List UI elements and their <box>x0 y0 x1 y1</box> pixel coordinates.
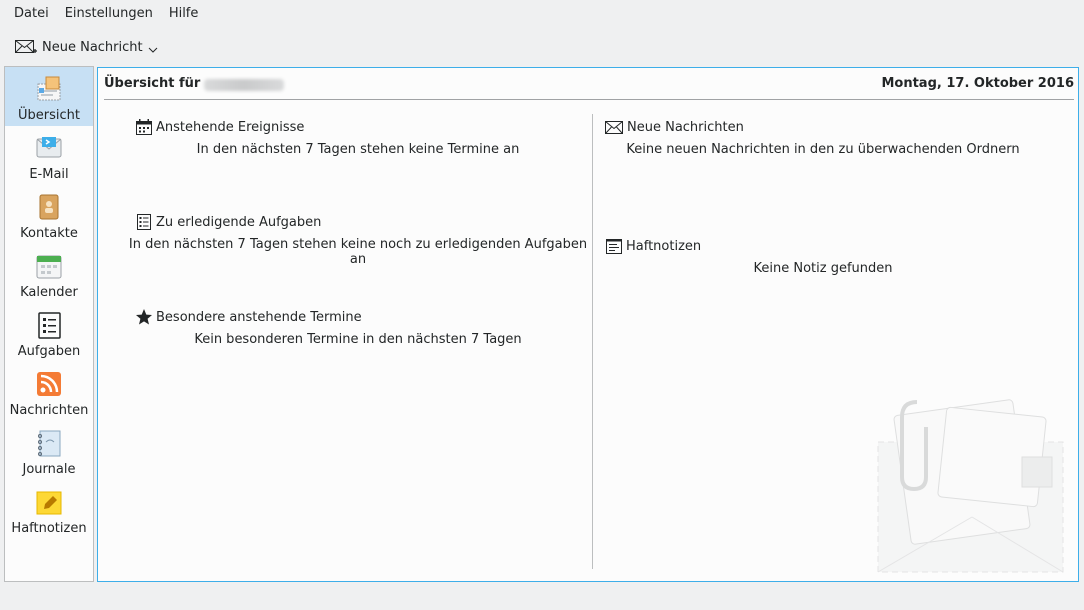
menu-einstellungen[interactable]: Einstellungen <box>57 0 161 27</box>
sidebar-item-overview[interactable]: Übersicht <box>5 67 93 126</box>
new-message-dropdown[interactable] <box>147 45 159 55</box>
sidebar-item-journals[interactable]: Journale <box>5 421 93 480</box>
sidebar-item-label: Kalender <box>20 285 78 300</box>
sidebar-item-notes[interactable]: Haftnotizen <box>5 480 93 539</box>
task-list-icon <box>137 214 151 230</box>
menubar: Datei Einstellungen Hilfe <box>0 0 1084 27</box>
overview-icon <box>37 76 61 101</box>
todos-title: Zu erledigende Aufgaben <box>156 214 322 230</box>
kontact-watermark-icon <box>877 399 1064 573</box>
calendar-icon <box>136 119 152 135</box>
sticky-note-icon <box>36 491 62 515</box>
notes-icon <box>606 239 622 254</box>
panel-header: Übersicht für Montag, 17. Oktober 2016 <box>104 76 1074 100</box>
mail-new-icon <box>15 40 37 53</box>
sidebar-item-label: Journale <box>22 462 76 477</box>
star-icon <box>136 309 152 325</box>
events-text: In den nächsten 7 Tagen stehen keine Ter… <box>196 142 520 157</box>
sidebar-item-label: Nachrichten <box>9 403 89 418</box>
messages-text: Keine neuen Nachrichten in den zu überwa… <box>626 142 1020 157</box>
sidebar-item-label: E-Mail <box>29 167 69 182</box>
chevron-down-icon <box>148 47 157 53</box>
sidebar-item-label: Übersicht <box>18 108 80 123</box>
envelope-icon <box>605 121 623 134</box>
new-message-label: Neue Nachricht <box>42 39 143 55</box>
blurred-user-name <box>204 79 285 91</box>
messages-section-title[interactable]: Neue Nachrichten <box>604 118 744 136</box>
messages-title: Neue Nachrichten <box>627 119 744 135</box>
column-divider <box>592 114 593 569</box>
events-section-title[interactable]: Anstehende Ereignisse <box>135 118 304 136</box>
todos-text: In den nächsten 7 Tagen stehen keine noc… <box>128 237 588 267</box>
special-text: Kein besonderen Termine in den nächsten … <box>194 332 522 347</box>
sidebar-item-label: Aufgaben <box>17 344 81 359</box>
menu-hilfe[interactable]: Hilfe <box>161 0 207 27</box>
sidebar: Übersicht E-Mail Kontakte Kalender Aufga… <box>4 66 94 582</box>
sidebar-item-tasks[interactable]: Aufgaben <box>5 303 93 362</box>
notes-title: Haftnotizen <box>626 238 702 254</box>
todos-section-title[interactable]: Zu erledigende Aufgaben <box>135 213 321 231</box>
calendar-icon <box>36 255 62 279</box>
sidebar-item-contacts[interactable]: Kontakte <box>5 185 93 244</box>
special-section-title[interactable]: Besondere anstehende Termine <box>135 308 362 326</box>
contacts-icon <box>39 194 59 220</box>
special-title: Besondere anstehende Termine <box>156 309 362 325</box>
panel-title: Übersicht für <box>104 76 201 91</box>
panel-date: Montag, 17. Oktober 2016 <box>881 76 1074 91</box>
menu-datei[interactable]: Datei <box>6 0 57 27</box>
sidebar-item-calendar[interactable]: Kalender <box>5 244 93 303</box>
rss-feed-icon <box>37 372 61 396</box>
events-title: Anstehende Ereignisse <box>156 119 305 135</box>
new-message-button[interactable]: Neue Nachricht <box>14 32 143 62</box>
sidebar-item-feeds[interactable]: Nachrichten <box>5 362 93 421</box>
toolbar: Neue Nachricht <box>0 30 1084 64</box>
sidebar-item-email[interactable]: E-Mail <box>5 126 93 185</box>
email-icon <box>36 137 62 158</box>
journal-icon <box>38 430 61 457</box>
notes-section-title[interactable]: Haftnotizen <box>605 237 701 255</box>
tasks-icon <box>38 312 61 339</box>
sidebar-item-label: Haftnotizen <box>11 521 87 536</box>
notes-text: Keine Notiz gefunden <box>753 261 893 276</box>
summary-panel: Übersicht für Montag, 17. Oktober 2016 A… <box>97 67 1079 582</box>
sidebar-item-label: Kontakte <box>20 226 78 241</box>
